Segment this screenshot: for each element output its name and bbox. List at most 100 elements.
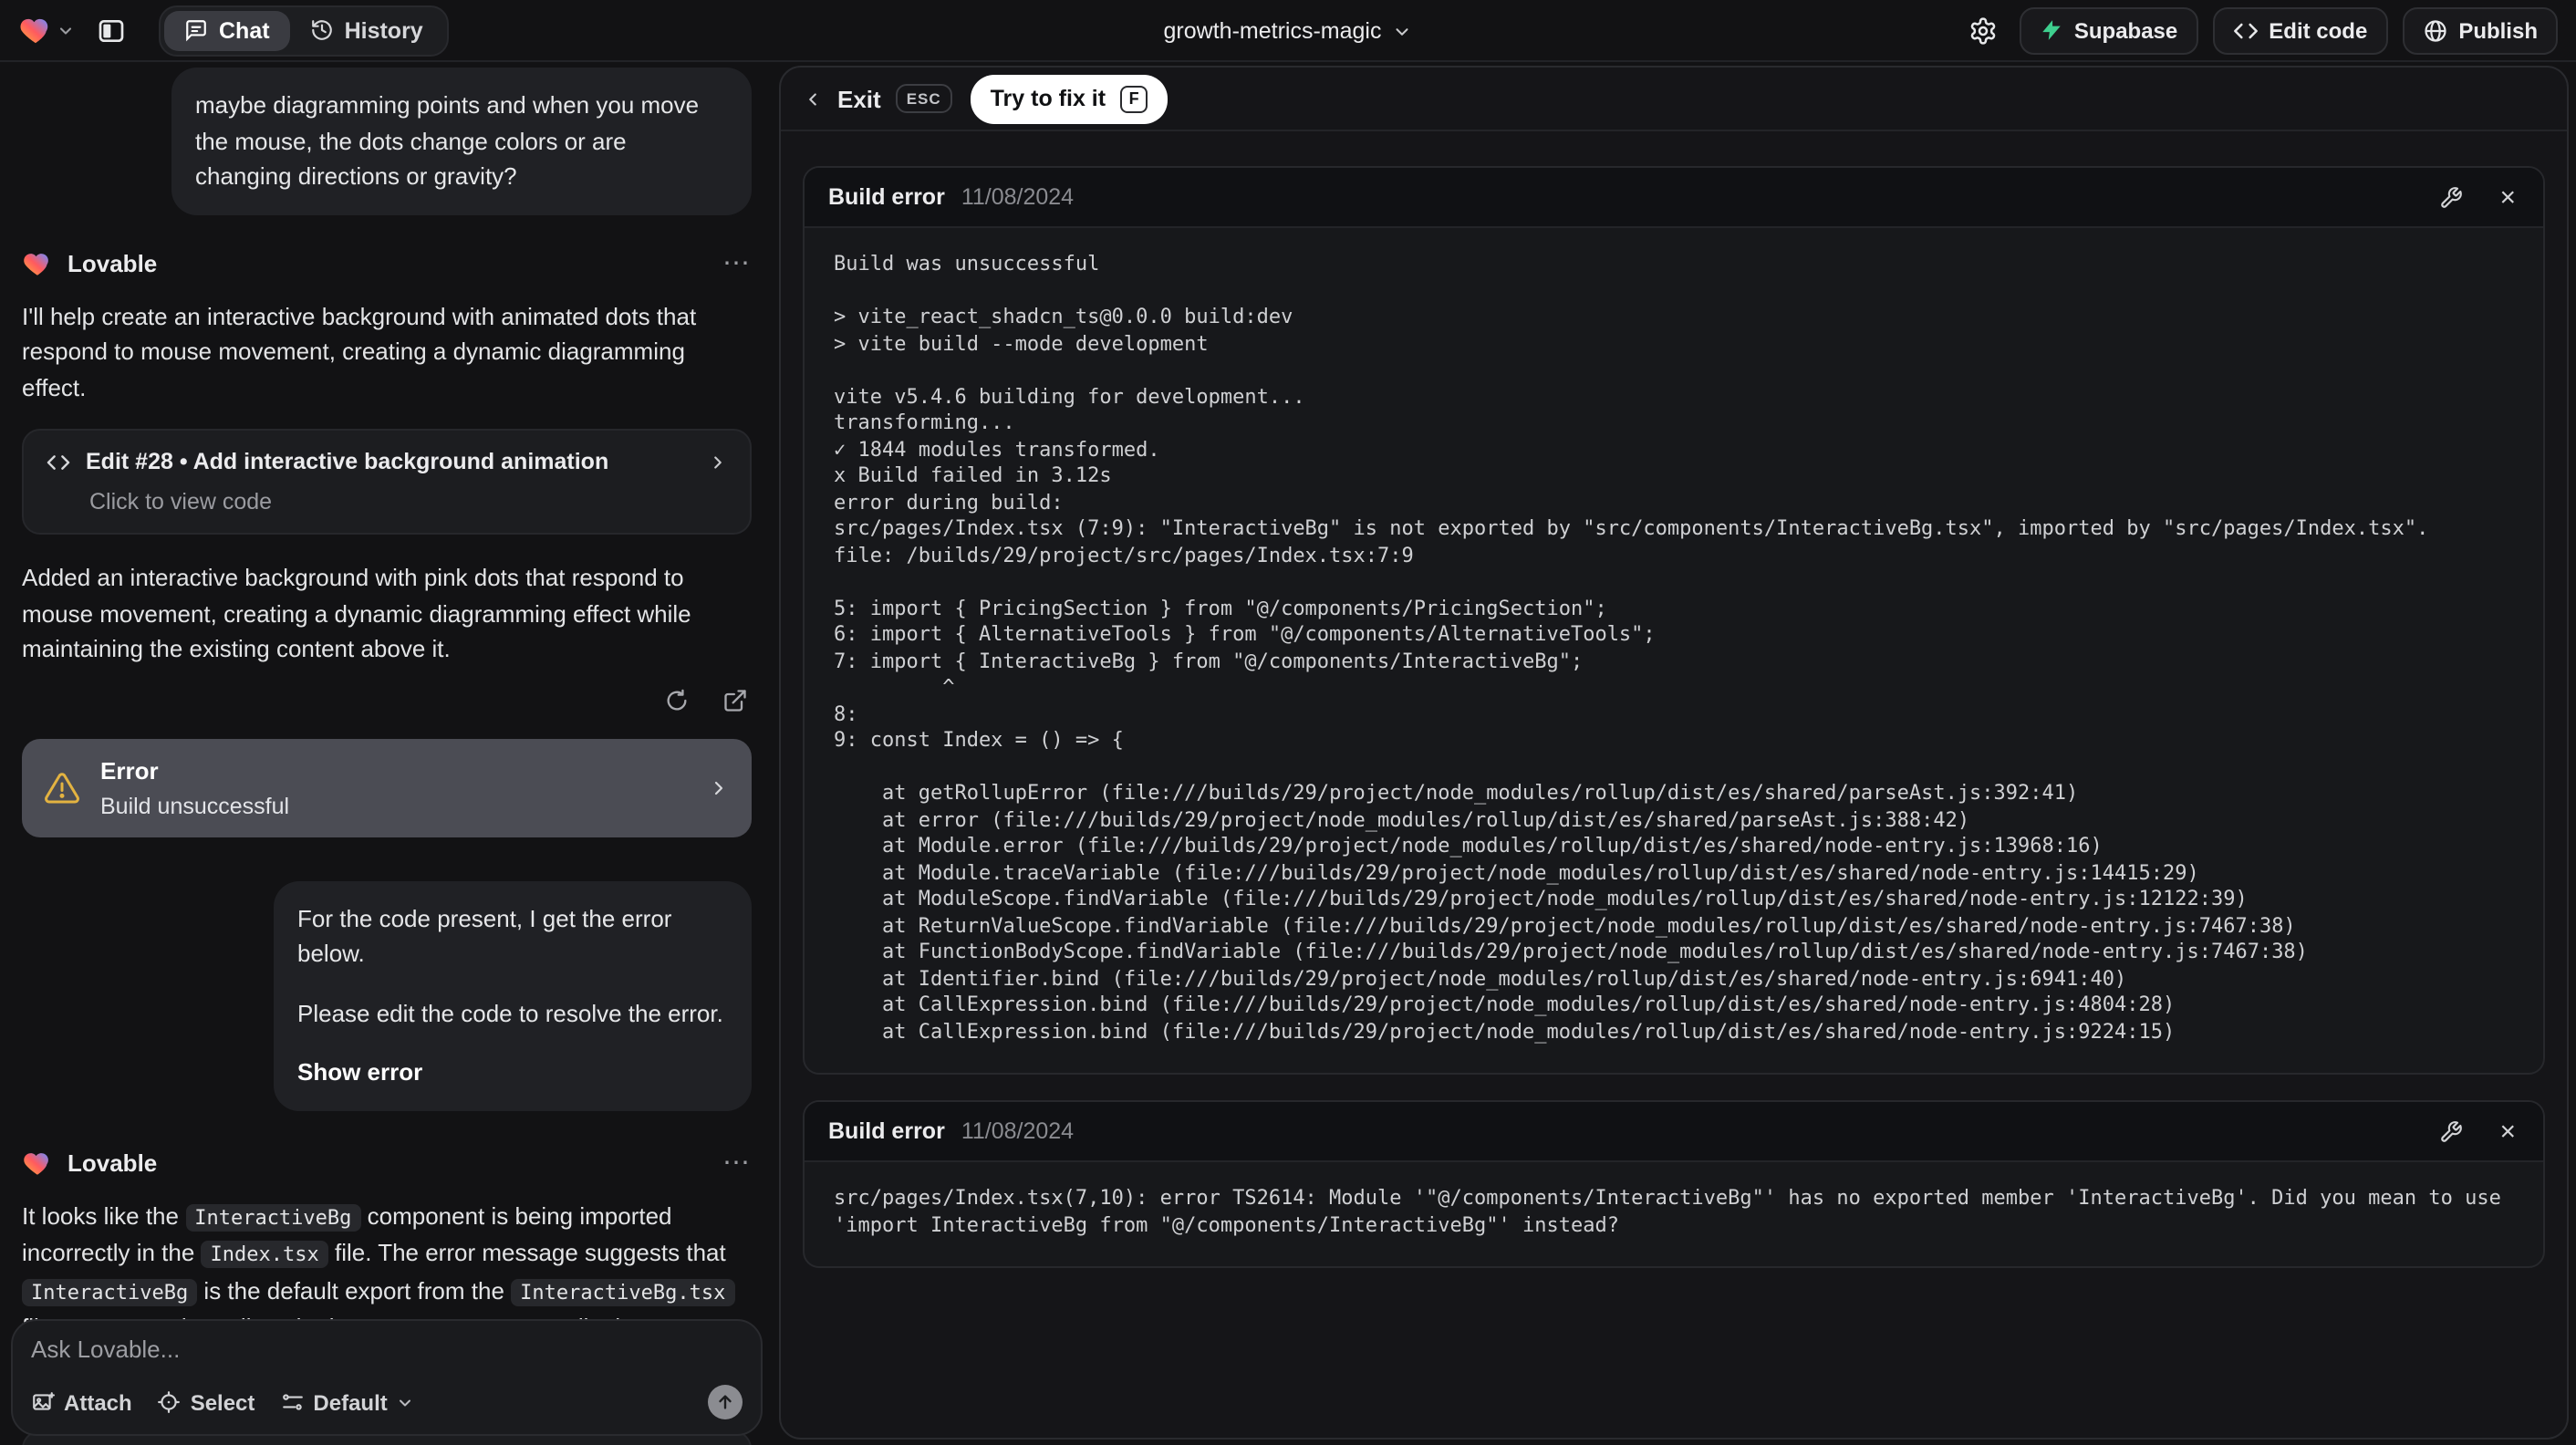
open-preview-button[interactable] xyxy=(719,683,752,716)
tab-history[interactable]: History xyxy=(290,10,443,50)
publish-label: Publish xyxy=(2458,17,2538,43)
assistant-name: Lovable xyxy=(68,249,158,276)
edit-code-label: Edit code xyxy=(2269,17,2368,43)
chevron-right-icon xyxy=(708,452,728,472)
user-message-text: For the code present, I get the error be… xyxy=(297,904,672,967)
globe-icon xyxy=(2422,17,2447,43)
edit-code-button[interactable]: Edit code xyxy=(2212,6,2388,54)
error-card-subtitle: Build unsuccessful xyxy=(100,793,290,818)
error-overlay: Exit ESC Try to fix it F Build error 11/… xyxy=(779,66,2569,1440)
code-brackets-icon xyxy=(2232,19,2258,41)
project-switcher[interactable]: growth-metrics-magic xyxy=(1164,18,1413,44)
message-more-button[interactable]: ⋯ xyxy=(722,249,752,276)
external-link-icon xyxy=(722,687,748,712)
build-error-header: Build error 11/08/2024 × xyxy=(805,168,2543,228)
assistant-header: Lovable ⋯ xyxy=(22,247,752,278)
attach-button[interactable]: Attach xyxy=(31,1389,132,1415)
ellipsis-icon: ⋯ xyxy=(722,247,752,278)
edit-card-title: Edit #28 • Add interactive background an… xyxy=(86,449,609,474)
warning-triangle-icon xyxy=(44,769,80,806)
wrench-icon xyxy=(2439,1119,2463,1143)
close-icon: × xyxy=(2499,1116,2516,1147)
lovable-logo-menu[interactable] xyxy=(18,13,75,47)
assistant-name: Lovable xyxy=(68,1149,158,1176)
supabase-label: Supabase xyxy=(2073,17,2178,43)
restore-icon xyxy=(664,687,690,712)
select-label: Select xyxy=(190,1389,255,1415)
chat-bubble-icon xyxy=(184,18,208,42)
lovable-heart-icon xyxy=(18,13,53,47)
edit-card-28[interactable]: Edit #28 • Add interactive background an… xyxy=(22,429,752,535)
assistant-paragraph: Added an interactive background with pin… xyxy=(22,564,691,662)
user-message-text: maybe diagramming points and when you mo… xyxy=(195,91,700,190)
top-bar-right: Supabase Edit code Publish xyxy=(1961,6,2558,54)
build-error-title: Build error xyxy=(828,184,945,210)
chat-panel: maybe diagramming points and when you mo… xyxy=(0,62,774,1445)
message-more-button[interactable]: ⋯ xyxy=(722,1149,752,1176)
text-segment: is the default export from the xyxy=(197,1276,512,1304)
settings-button[interactable] xyxy=(1961,8,2005,52)
exit-label: Exit xyxy=(837,85,881,112)
exit-button[interactable]: Exit ESC xyxy=(803,83,952,114)
user-message-text: Please edit the code to resolve the erro… xyxy=(297,999,723,1026)
chevron-down-icon xyxy=(1392,21,1412,41)
build-error-console: Build was unsuccessful > vite_react_shad… xyxy=(834,252,2429,1043)
chat-input[interactable] xyxy=(31,1336,743,1385)
build-error-date: 11/08/2024 xyxy=(961,184,1075,210)
edit-card-row: Edit #28 • Add interactive background an… xyxy=(46,449,728,474)
app: Chat History growth-metrics-magic Supaba… xyxy=(0,0,2576,1445)
close-error-button[interactable]: × xyxy=(2496,180,2519,214)
restore-button[interactable] xyxy=(660,683,693,716)
text-segment: It looks like the xyxy=(22,1201,186,1229)
build-error-panel-2: Build error 11/08/2024 × src/pages/Index… xyxy=(803,1100,2545,1268)
f-key-badge: F xyxy=(1120,85,1148,112)
composer: Attach Select Default xyxy=(11,1319,763,1436)
try-to-fix-button[interactable]: Try to fix it F xyxy=(970,74,1169,123)
chevron-right-icon xyxy=(708,776,730,798)
assistant-paragraph: I'll help create an interactive backgrou… xyxy=(22,302,697,400)
error-card-title: Error xyxy=(100,756,159,784)
sidebar-toggle-button[interactable] xyxy=(89,8,133,52)
attach-label: Attach xyxy=(64,1389,132,1415)
inline-code: InteractiveBg xyxy=(185,1203,361,1231)
supabase-button[interactable]: Supabase xyxy=(2019,6,2198,54)
attach-image-icon xyxy=(31,1390,55,1414)
overlay-toolbar: Exit ESC Try to fix it F xyxy=(781,68,2567,131)
tab-history-label: History xyxy=(344,17,423,43)
chevron-down-icon xyxy=(397,1393,415,1411)
build-error-card[interactable]: Error Build unsuccessful xyxy=(22,738,752,837)
mode-selector[interactable]: Default xyxy=(280,1389,414,1415)
build-error-title: Build error xyxy=(828,1118,945,1144)
inline-code: Index.tsx xyxy=(201,1241,328,1268)
build-error-actions: × xyxy=(2436,1114,2519,1149)
history-clock-icon xyxy=(310,18,334,42)
top-bar-left: Chat History xyxy=(18,5,449,56)
fix-with-ai-button[interactable] xyxy=(2436,182,2467,213)
ellipsis-icon: ⋯ xyxy=(722,1147,752,1178)
arrow-up-icon xyxy=(715,1392,735,1412)
esc-key-badge: ESC xyxy=(895,83,952,114)
inline-code: InteractiveBg xyxy=(22,1278,198,1305)
tab-chat[interactable]: Chat xyxy=(164,10,290,50)
publish-button[interactable]: Publish xyxy=(2402,6,2558,54)
select-button[interactable]: Select xyxy=(158,1389,255,1415)
message-actions xyxy=(22,683,752,716)
edit-card-subtitle: Click to view code xyxy=(89,489,273,515)
fix-with-ai-button[interactable] xyxy=(2436,1116,2467,1147)
sliders-icon xyxy=(280,1390,304,1414)
chevron-left-icon xyxy=(803,88,823,109)
build-error-date: 11/08/2024 xyxy=(961,1118,1075,1144)
wrench-icon xyxy=(2439,185,2463,209)
overlay-content: Build error 11/08/2024 × Build was unsuc… xyxy=(781,131,2567,1438)
build-error-actions: × xyxy=(2436,180,2519,214)
chevron-down-icon xyxy=(57,21,75,39)
show-error-link[interactable]: Show error xyxy=(297,1055,422,1090)
close-icon: × xyxy=(2499,182,2516,213)
chat-history-tabs: Chat History xyxy=(159,5,449,56)
error-card-texts: Error Build unsuccessful xyxy=(100,756,688,818)
send-button[interactable] xyxy=(708,1385,743,1419)
close-error-button[interactable]: × xyxy=(2496,1114,2519,1149)
assistant-header: Lovable ⋯ xyxy=(22,1147,752,1178)
build-error-panel-1: Build error 11/08/2024 × Build was unsuc… xyxy=(803,166,2545,1075)
select-target-icon xyxy=(158,1390,182,1414)
